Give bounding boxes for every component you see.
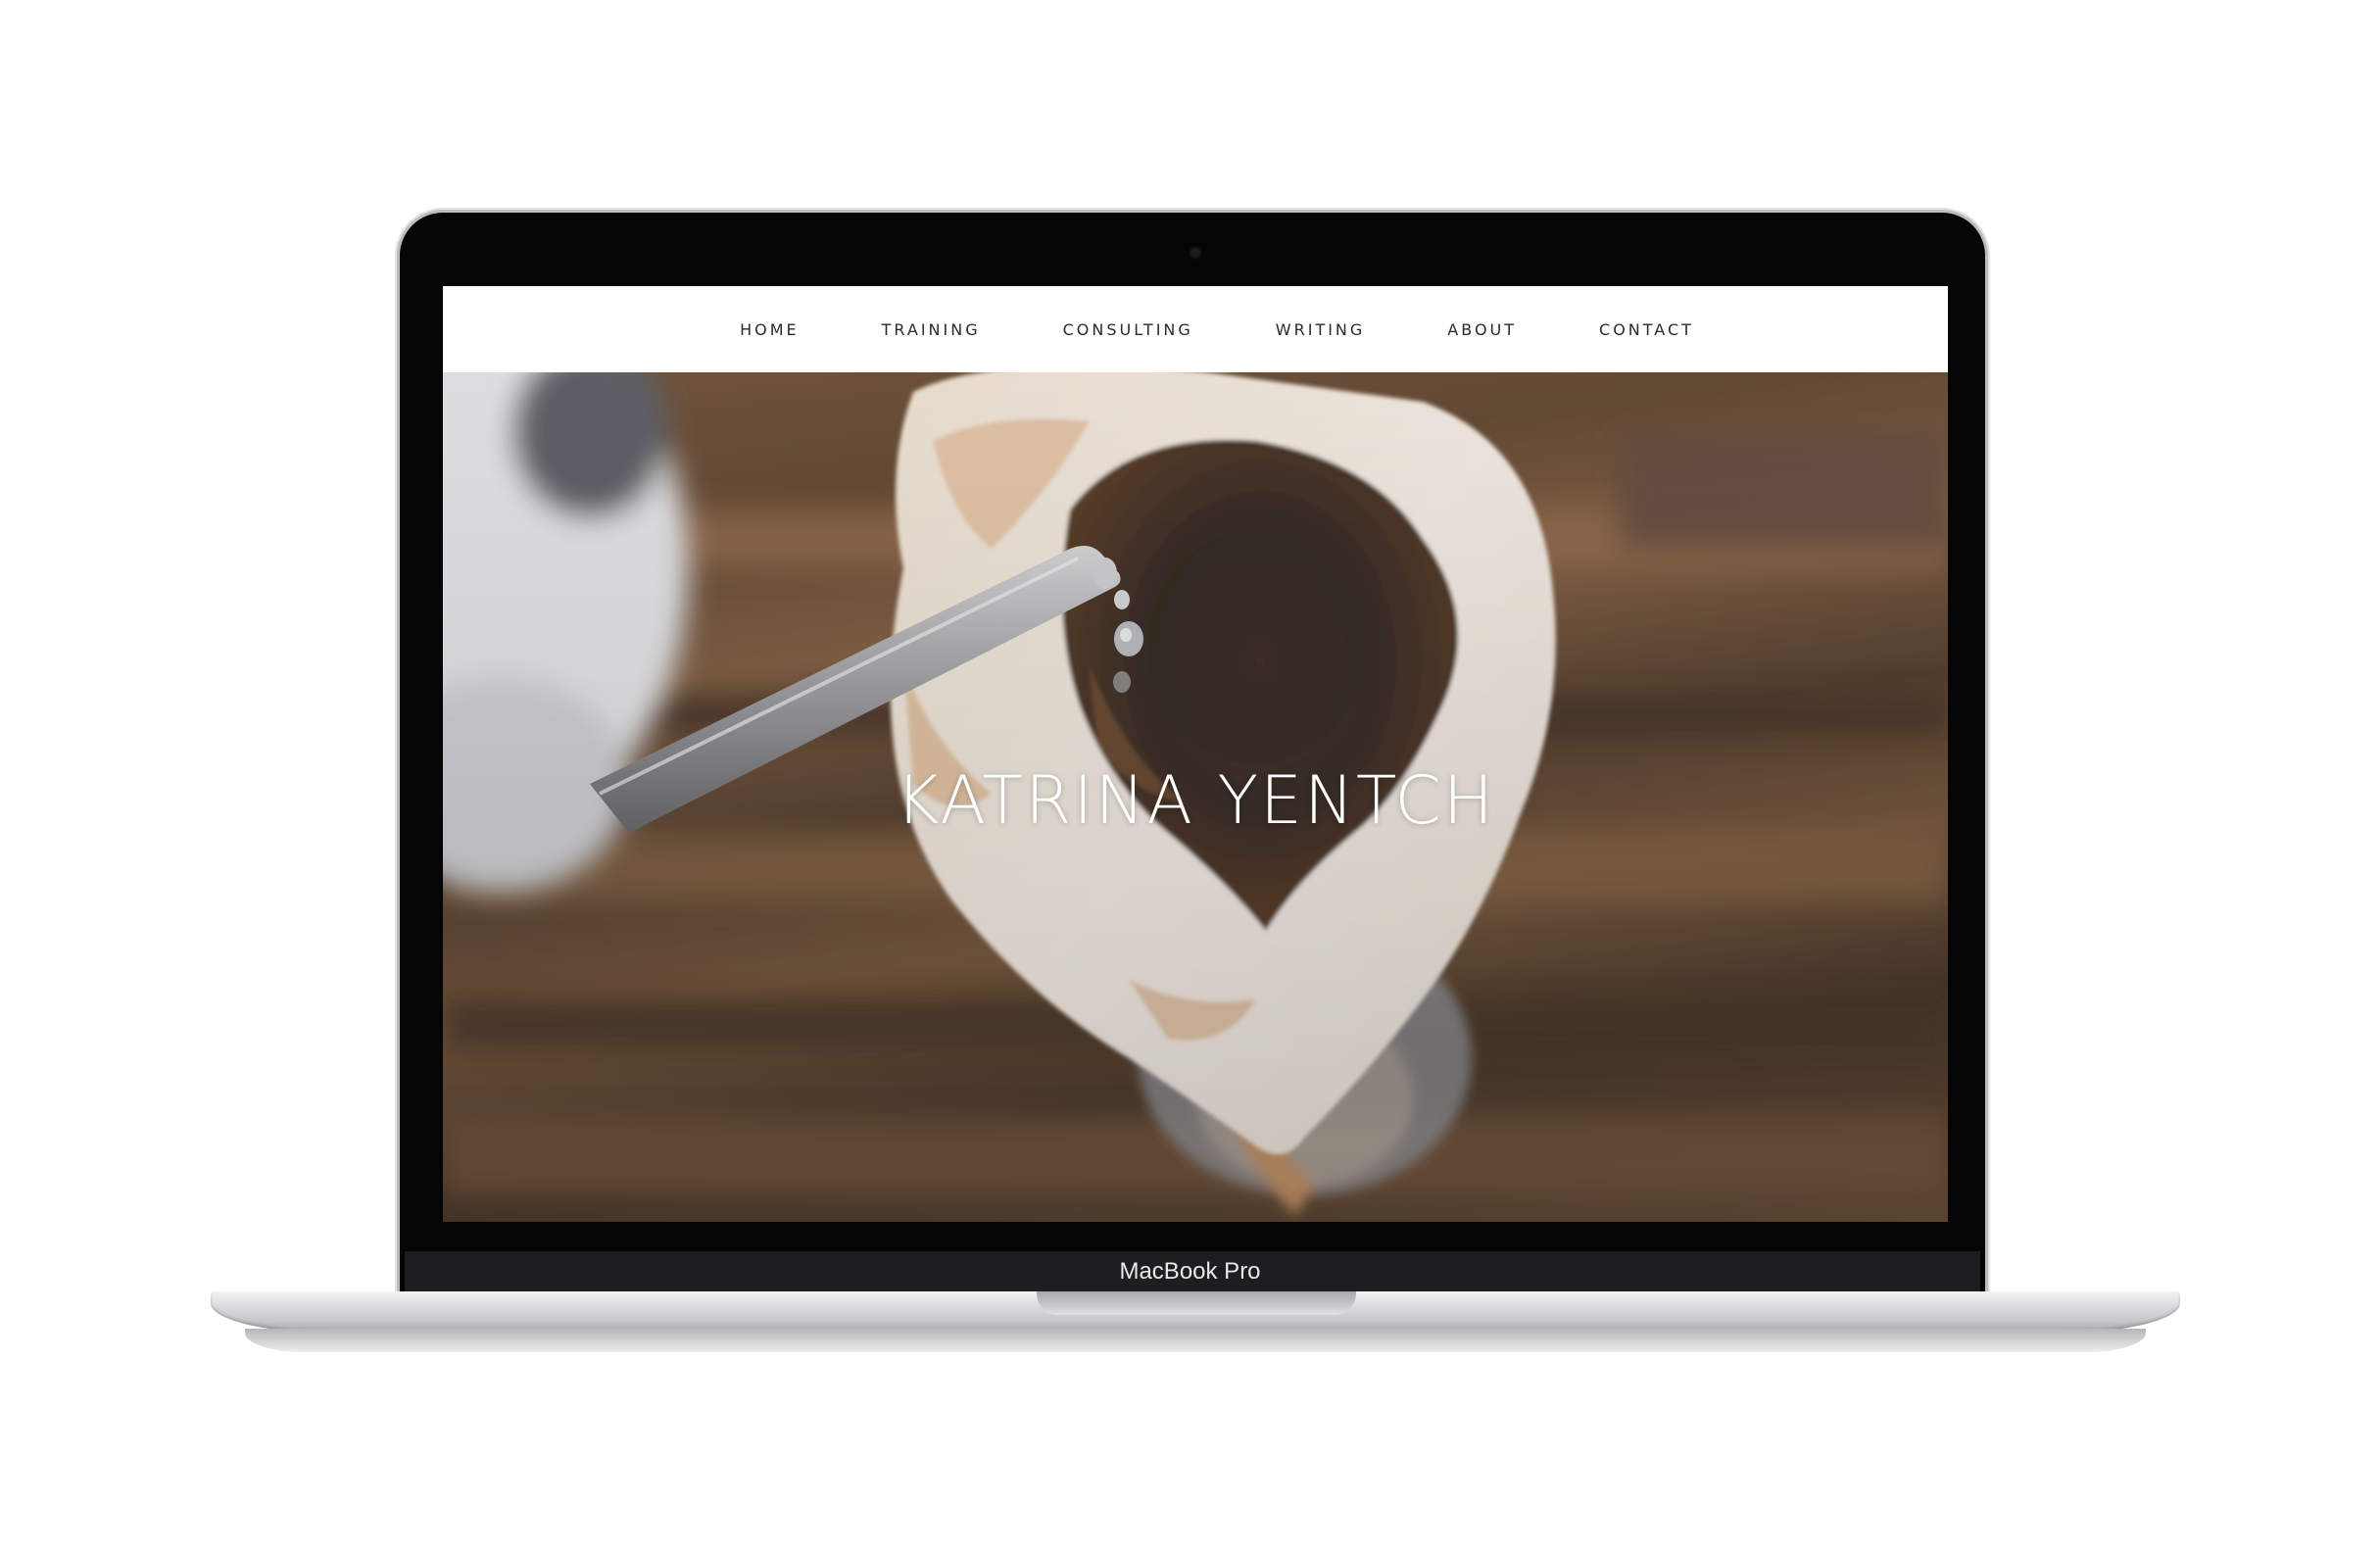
nav-item-contact[interactable]: CONTACT bbox=[1599, 320, 1694, 339]
mockup-stage: HOME TRAINING CONSULTING WRITING ABOUT C… bbox=[0, 0, 2380, 1555]
laptop-opening-notch bbox=[1037, 1291, 1356, 1315]
laptop-base-edge bbox=[245, 1329, 2146, 1352]
nav-item-about[interactable]: ABOUT bbox=[1447, 320, 1517, 339]
hero-banner: KATRINA YENTCH bbox=[443, 372, 1948, 1222]
nav-item-home[interactable]: HOME bbox=[740, 320, 800, 339]
camera-icon bbox=[1190, 248, 1200, 258]
nav-item-writing[interactable]: WRITING bbox=[1276, 320, 1366, 339]
nav-item-consulting[interactable]: CONSULTING bbox=[1063, 320, 1193, 339]
laptop-screen: HOME TRAINING CONSULTING WRITING ABOUT C… bbox=[443, 286, 1948, 1222]
hero-title: KATRINA YENTCH bbox=[895, 762, 1495, 840]
device-brand-label: MacBook Pro bbox=[1119, 1258, 1261, 1285]
site-navigation: HOME TRAINING CONSULTING WRITING ABOUT C… bbox=[443, 286, 1948, 372]
nav-list: HOME TRAINING CONSULTING WRITING ABOUT C… bbox=[699, 320, 1735, 339]
nav-item-training[interactable]: TRAINING bbox=[882, 320, 981, 339]
